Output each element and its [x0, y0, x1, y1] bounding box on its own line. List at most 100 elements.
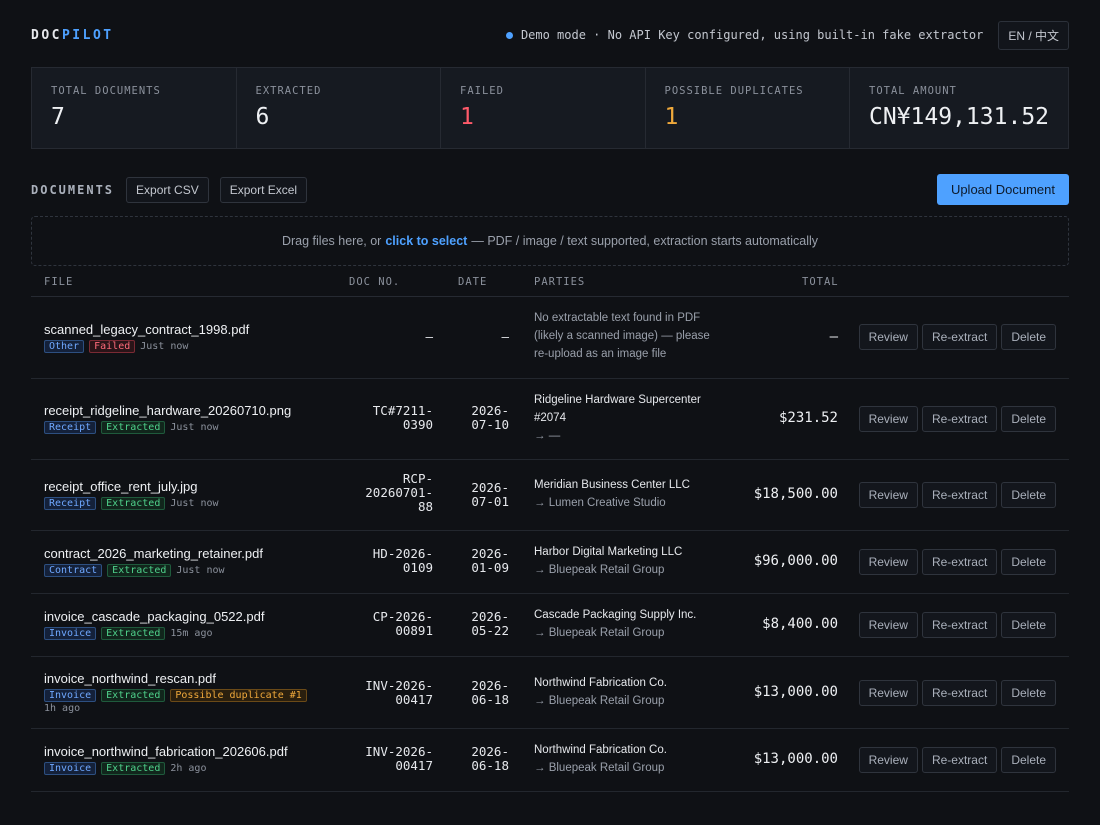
timestamp: Just now — [176, 565, 225, 576]
type-badge: Invoice — [44, 689, 97, 702]
doc-date: 2026- 06-18 — [449, 679, 509, 707]
doc-date-line: 06-18 — [471, 692, 509, 707]
row-tags: Invoice Extracted 2h ago — [44, 762, 344, 775]
table-row: contract_2026_marketing_retainer.pdf Con… — [31, 531, 1069, 594]
type-badge: Other — [44, 340, 85, 353]
doc-number-line: RCP- — [402, 471, 433, 486]
col-date: DATE — [458, 276, 488, 288]
doc-date-line: 07-01 — [471, 494, 509, 509]
file-name[interactable]: receipt_office_rent_july.jpg — [44, 479, 197, 494]
note-line: re-upload as an image file — [534, 348, 667, 360]
click-to-select-link[interactable]: click to select — [385, 234, 467, 248]
doc-date-line: 06-18 — [471, 758, 509, 773]
table-row: receipt_office_rent_july.jpg Receipt Ext… — [31, 460, 1069, 531]
parties: Northwind Fabrication Co. → Bluepeak Ret… — [534, 741, 729, 777]
file-name[interactable]: scanned_legacy_contract_1998.pdf — [44, 322, 249, 337]
doc-number: INV-2026- 00417 — [323, 745, 433, 773]
status-text: Demo mode · No API Key configured, using… — [520, 28, 984, 42]
doc-number-line: TC#7211- — [372, 403, 433, 418]
stat-extracted: EXTRACTED 6 — [237, 68, 441, 148]
reextract-button[interactable]: Re-extract — [921, 680, 998, 706]
export-csv-button[interactable]: Export CSV — [126, 176, 209, 203]
timestamp: 2h ago — [170, 763, 207, 774]
review-button[interactable]: Review — [858, 747, 918, 773]
table-row: invoice_cascade_packaging_0522.pdf Invoi… — [31, 594, 1069, 657]
reextract-button[interactable]: Re-extract — [921, 324, 998, 350]
col-doc-no: DOC NO. — [349, 276, 401, 288]
stat-label: EXTRACTED — [255, 85, 322, 97]
file-name[interactable]: invoice_northwind_rescan.pdf — [44, 671, 216, 686]
app-logo: DOCPILOT — [31, 28, 114, 43]
timestamp: Just now — [170, 498, 219, 509]
doc-date: 2026- 06-18 — [449, 745, 509, 773]
doc-total: $18,500.00 — [753, 486, 838, 502]
reextract-button[interactable]: Re-extract — [921, 612, 998, 638]
type-badge: Invoice — [44, 627, 97, 640]
parties: Meridian Business Center LLC → Lumen Cre… — [534, 476, 729, 512]
review-button[interactable]: Review — [858, 612, 918, 638]
status-badge: Failed — [89, 340, 136, 353]
stat-label: FAILED — [460, 85, 504, 97]
review-button[interactable]: Review — [858, 680, 918, 706]
status-badge: Extracted — [107, 564, 172, 577]
parties: Ridgeline Hardware Supercenter #2074 → — — [534, 391, 729, 445]
doc-total: $96,000.00 — [753, 553, 838, 569]
timestamp: Just now — [170, 422, 219, 433]
delete-button[interactable]: Delete — [1001, 680, 1056, 706]
file-dropzone[interactable]: Drag files here, or click to select — PD… — [31, 216, 1069, 266]
doc-number: INV-2026- 00417 — [323, 679, 433, 707]
delete-button[interactable]: Delete — [1001, 612, 1056, 638]
upload-document-button[interactable]: Upload Document — [936, 174, 1069, 205]
delete-button[interactable]: Delete — [1001, 549, 1056, 575]
doc-number: TC#7211- 0390 — [323, 404, 433, 432]
stat-label: TOTAL DOCUMENTS — [51, 85, 161, 97]
review-button[interactable]: Review — [858, 549, 918, 575]
party-to: → — — [534, 430, 561, 442]
file-name[interactable]: invoice_northwind_fabrication_202606.pdf — [44, 744, 288, 759]
party-to: → Bluepeak Retail Group — [534, 564, 665, 576]
delete-button[interactable]: Delete — [1001, 406, 1056, 432]
party-from: Northwind Fabrication Co. — [534, 744, 667, 756]
logo-pilot: PILOT — [61, 27, 114, 43]
status-badge: Extracted — [101, 421, 166, 434]
reextract-button[interactable]: Re-extract — [921, 406, 998, 432]
file-name[interactable]: invoice_cascade_packaging_0522.pdf — [44, 609, 264, 624]
col-file: FILE — [44, 276, 74, 288]
col-parties: PARTIES — [534, 276, 586, 288]
delete-button[interactable]: Delete — [1001, 482, 1056, 508]
party-from: Harbor Digital Marketing LLC — [534, 546, 683, 558]
doc-total: $231.52 — [778, 410, 838, 426]
doc-date-line: 2026- — [471, 403, 509, 418]
type-badge: Receipt — [44, 421, 97, 434]
file-name[interactable]: receipt_ridgeline_hardware_20260710.png — [44, 403, 291, 418]
doc-number: — — [323, 330, 433, 344]
file-name[interactable]: contract_2026_marketing_retainer.pdf — [44, 546, 263, 561]
type-badge: Invoice — [44, 762, 97, 775]
reextract-button[interactable]: Re-extract — [921, 482, 998, 508]
documents-title: DOCUMENTS — [31, 182, 115, 197]
delete-button[interactable]: Delete — [1001, 324, 1056, 350]
doc-date: 2026- 07-01 — [449, 481, 509, 509]
review-button[interactable]: Review — [858, 406, 918, 432]
table-row: invoice_northwind_fabrication_202606.pdf… — [31, 729, 1069, 792]
reextract-button[interactable]: Re-extract — [921, 549, 998, 575]
stat-total-amount: TOTAL AMOUNT CN¥149,131.52 — [850, 68, 1068, 148]
documents-toolbar: DOCUMENTS Export CSV Export Excel Upload… — [31, 174, 1069, 205]
reextract-button[interactable]: Re-extract — [921, 747, 998, 773]
doc-date: 2026- 05-22 — [449, 610, 509, 638]
row-actions: Review Re-extract Delete — [855, 549, 1056, 575]
doc-number-line: INV-2026- — [365, 678, 433, 693]
doc-date-line: 07-10 — [471, 417, 509, 432]
language-toggle-button[interactable]: EN / 中文 — [998, 20, 1069, 50]
doc-number-line: — — [425, 329, 433, 344]
delete-button[interactable]: Delete — [1001, 747, 1056, 773]
export-excel-button[interactable]: Export Excel — [219, 176, 308, 203]
review-button[interactable]: Review — [858, 482, 918, 508]
dropzone-text-after: — PDF / image / text supported, extracti… — [471, 234, 819, 248]
stat-total-documents: TOTAL DOCUMENTS 7 — [32, 68, 237, 148]
doc-number-line: 20260701- — [365, 485, 433, 500]
review-button[interactable]: Review — [858, 324, 918, 350]
dropzone-text-before: Drag files here, or — [281, 234, 382, 248]
stat-value: 1 — [664, 104, 679, 130]
doc-number-line: 0390 — [402, 417, 433, 432]
